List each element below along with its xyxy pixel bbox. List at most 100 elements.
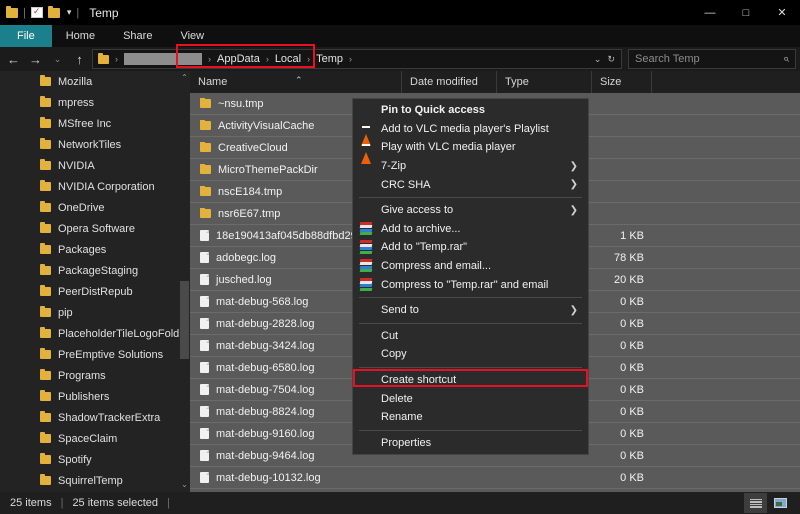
breadcrumb[interactable]: › › AppData › Local › Temp › ⌄ ↻ xyxy=(92,49,622,69)
properties-icon[interactable] xyxy=(31,7,43,18)
sidebar-item[interactable]: pip xyxy=(0,302,190,323)
sidebar-item-label: PackageStaging xyxy=(58,265,138,277)
submenu-arrow-icon: ❯ xyxy=(570,305,578,316)
details-view-button[interactable] xyxy=(744,493,767,513)
cell-name: mat-debug-10132.log xyxy=(190,472,402,484)
winrar-icon xyxy=(360,259,374,273)
sidebar-item-label: Packages xyxy=(58,244,106,256)
tab-share[interactable]: Share xyxy=(109,25,166,47)
status-selected-count: 25 items selected xyxy=(72,497,158,509)
breadcrumb-separator-2: › xyxy=(263,54,272,64)
menu-item[interactable]: Rename xyxy=(353,408,588,427)
close-button[interactable]: ✕ xyxy=(764,0,800,25)
sidebar-item[interactable]: OneDrive xyxy=(0,197,190,218)
menu-item-label: Properties xyxy=(381,437,431,449)
folder-icon xyxy=(200,143,211,152)
menu-item[interactable]: Copy xyxy=(353,345,588,364)
scroll-down-icon[interactable]: ⌄ xyxy=(179,478,190,492)
menu-item[interactable]: Properties xyxy=(353,434,588,453)
breadcrumb-appdata[interactable]: AppData xyxy=(217,53,260,65)
sidebar-item[interactable]: Packages xyxy=(0,239,190,260)
sidebar-item[interactable]: ShadowTrackerExtra xyxy=(0,407,190,428)
sidebar-item-label: PeerDistRepub xyxy=(58,286,133,298)
sidebar-scrollbar[interactable]: ⌃ ⌄ xyxy=(179,71,190,492)
cell-size: 0 KB xyxy=(592,472,652,484)
menu-item-label: Rename xyxy=(381,411,423,423)
sidebar-item[interactable]: SpaceClaim xyxy=(0,428,190,449)
sidebar-item[interactable]: PackageStaging xyxy=(0,260,190,281)
column-header-type[interactable]: Type xyxy=(497,71,592,93)
menu-item[interactable]: Delete xyxy=(353,389,588,408)
folder-icon xyxy=(40,287,51,296)
file-name-label: nscE184.tmp xyxy=(218,186,282,198)
sidebar-item[interactable]: mpress xyxy=(0,92,190,113)
menu-item[interactable]: Compress and email... xyxy=(353,257,588,276)
submenu-arrow-icon: ❯ xyxy=(570,179,578,190)
menu-item[interactable]: Cut xyxy=(353,327,588,346)
search-input[interactable]: Search Temp ⌕ xyxy=(628,49,796,69)
breadcrumb-temp[interactable]: Temp xyxy=(316,53,343,65)
sidebar-item[interactable]: Mozilla xyxy=(0,71,190,92)
sidebar-item[interactable]: Opera Software xyxy=(0,218,190,239)
table-row[interactable]: mat-debug-10132.log 0 KB xyxy=(190,467,800,489)
menu-item[interactable]: Send to❯ xyxy=(353,301,588,320)
sidebar-item[interactable]: SquirrelTemp xyxy=(0,470,190,491)
sidebar-item[interactable]: NVIDIA Corporation xyxy=(0,176,190,197)
menu-item[interactable]: 7-Zip❯ xyxy=(353,157,588,176)
ribbon-tab-bar: File Home Share View xyxy=(0,25,800,47)
file-name-label: nsr6E67.tmp xyxy=(218,208,280,220)
menu-item-label: Pin to Quick access xyxy=(381,104,485,116)
sidebar-item[interactable]: Spotify xyxy=(0,449,190,470)
scroll-up-icon[interactable]: ⌃ xyxy=(179,71,190,85)
breadcrumb-redacted-user[interactable] xyxy=(124,53,202,65)
folder-icon xyxy=(200,99,211,108)
scrollbar-thumb[interactable] xyxy=(180,281,189,359)
menu-item[interactable]: Add to "Temp.rar" xyxy=(353,238,588,257)
cell-size: 0 KB xyxy=(592,384,652,396)
menu-item[interactable]: Give access to❯ xyxy=(353,201,588,220)
sidebar-item[interactable]: MSfree Inc xyxy=(0,113,190,134)
menu-item[interactable]: CRC SHA❯ xyxy=(353,175,588,194)
breadcrumb-local[interactable]: Local xyxy=(275,53,301,65)
menu-item[interactable]: Compress to "Temp.rar" and email xyxy=(353,275,588,294)
sidebar-item[interactable]: PlaceholderTileLogoFolder xyxy=(0,323,190,344)
file-icon xyxy=(200,384,209,395)
menu-item-label: Add to "Temp.rar" xyxy=(381,241,467,253)
recent-locations-button[interactable]: ⌄ xyxy=(48,49,67,69)
sidebar-item[interactable]: Steam xyxy=(0,491,190,492)
menu-item[interactable]: Play with VLC media player xyxy=(353,138,588,157)
table-row[interactable]: mat-debug-10780.log0 KB xyxy=(190,489,800,492)
address-dropdown-icon[interactable]: ⌄ xyxy=(594,54,602,65)
minimize-button[interactable]: — xyxy=(692,0,728,25)
folder-icon xyxy=(40,140,51,149)
sidebar-item[interactable]: PreEmptive Solutions xyxy=(0,344,190,365)
column-header-date[interactable]: Date modified xyxy=(402,71,497,93)
refresh-icon[interactable]: ↻ xyxy=(607,54,615,65)
maximize-button[interactable]: □ xyxy=(728,0,764,25)
column-header-size[interactable]: Size xyxy=(592,71,652,93)
sidebar-item[interactable]: NetworkTiles xyxy=(0,134,190,155)
sidebar-item[interactable]: NVIDIA xyxy=(0,155,190,176)
up-button[interactable]: ↑ xyxy=(70,49,89,69)
new-folder-icon[interactable] xyxy=(48,8,60,18)
menu-item[interactable]: Add to archive... xyxy=(353,220,588,239)
folder-icon xyxy=(40,98,51,107)
forward-button[interactable]: → xyxy=(26,49,45,69)
menu-item[interactable]: Add to VLC media player's Playlist xyxy=(353,120,588,139)
sidebar-item[interactable]: PeerDistRepub xyxy=(0,281,190,302)
sidebar-item[interactable]: Publishers xyxy=(0,386,190,407)
large-icons-view-button[interactable] xyxy=(769,493,792,513)
sidebar-item[interactable]: Programs xyxy=(0,365,190,386)
folder-icon xyxy=(200,209,211,218)
column-header-name[interactable]: Name ⌃ xyxy=(190,71,402,93)
winrar-icon xyxy=(360,240,374,254)
folder-icon xyxy=(40,161,51,170)
menu-item[interactable]: Pin to Quick access xyxy=(353,101,588,120)
tab-view[interactable]: View xyxy=(166,25,218,47)
tab-file[interactable]: File xyxy=(0,25,52,47)
back-button[interactable]: ← xyxy=(4,49,23,69)
menu-item[interactable]: Create shortcut xyxy=(353,371,588,390)
cell-size: 0 KB xyxy=(592,362,652,374)
tab-home[interactable]: Home xyxy=(52,25,109,47)
chevron-down-icon[interactable]: ▾ xyxy=(67,7,72,18)
